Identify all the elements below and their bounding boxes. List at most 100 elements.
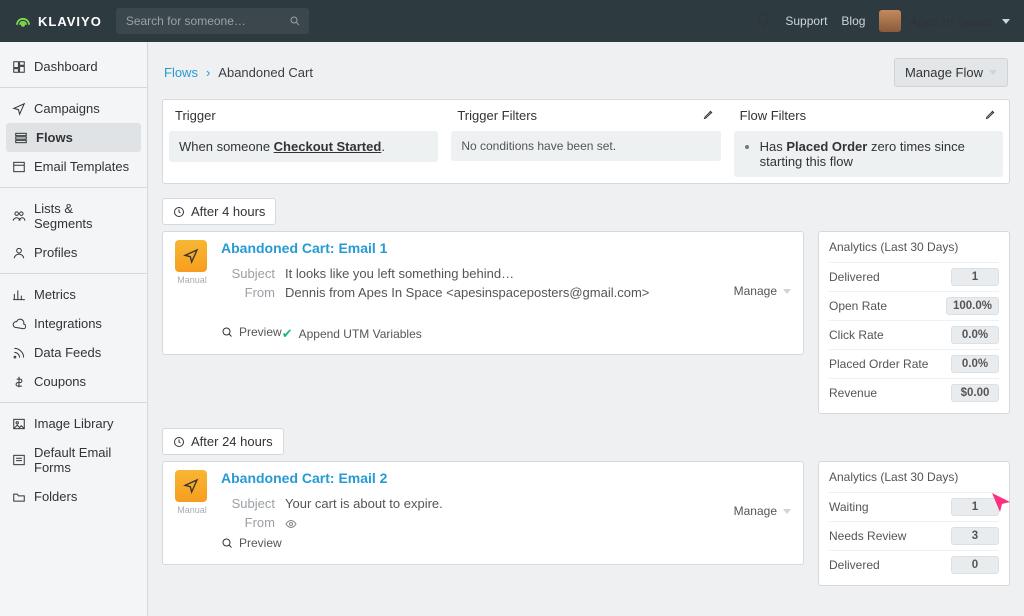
analytics-row: Click Rate0.0% xyxy=(829,320,999,349)
analytics-row: Placed Order Rate0.0% xyxy=(829,349,999,378)
account-name: Apes In Space xyxy=(909,14,994,29)
profile-icon xyxy=(12,246,26,260)
sidebar-item-label: Email Templates xyxy=(34,159,129,174)
sidebar-item-folders[interactable]: Folders xyxy=(0,482,147,511)
clock-icon xyxy=(173,206,185,218)
form-icon xyxy=(12,453,26,467)
sidebar-item-label: Folders xyxy=(34,489,77,504)
check-icon: ✔ xyxy=(282,326,293,342)
email-card: ManualAbandoned Cart: Email 1SubjectIt l… xyxy=(162,231,804,355)
pencil-icon[interactable] xyxy=(985,108,997,123)
send-icon xyxy=(12,102,26,116)
analytics-row: Waiting1 xyxy=(829,492,999,521)
sidebar-item-image-library[interactable]: Image Library xyxy=(0,409,147,438)
flow-filters-body[interactable]: Has Placed Order zero times since starti… xyxy=(734,131,1003,177)
sidebar-item-profiles[interactable]: Profiles xyxy=(0,238,147,267)
sidebar-item-label: Default Email Forms xyxy=(34,445,135,475)
preview-button[interactable]: Preview xyxy=(221,325,282,339)
sidebar-item-label: Image Library xyxy=(34,416,113,431)
flows-icon xyxy=(14,131,28,145)
page-title: Abandoned Cart xyxy=(218,65,313,80)
support-link[interactable]: Support xyxy=(785,14,827,28)
utm-toggle[interactable]: ✔Append UTM Variables xyxy=(282,326,422,342)
pencil-icon[interactable] xyxy=(703,108,715,123)
folder-icon xyxy=(12,490,26,504)
stat-badge: 0 xyxy=(951,556,999,574)
analytics-row: Open Rate100.0% xyxy=(829,291,999,320)
trigger-body[interactable]: When someone Checkout Started. xyxy=(169,131,438,162)
main: Flows › Abandoned Cart Manage Flow Trigg… xyxy=(148,42,1024,616)
account-menu[interactable]: Apes In Space xyxy=(879,10,1010,32)
sidebar-item-label: Lists & Segments xyxy=(34,201,135,231)
chevron-down-icon xyxy=(783,509,791,514)
sidebar-item-label: Data Feeds xyxy=(34,345,101,360)
cloud-icon xyxy=(12,317,26,331)
feed-icon xyxy=(12,346,26,360)
manage-email-button[interactable]: Manage xyxy=(734,470,791,552)
sidebar-item-email-templates[interactable]: Email Templates xyxy=(0,152,147,181)
dashboard-icon xyxy=(12,60,26,74)
sidebar-item-campaigns[interactable]: Campaigns xyxy=(0,94,147,123)
chevron-down-icon xyxy=(783,289,791,294)
search-input[interactable] xyxy=(124,13,283,29)
stat-badge: 1 xyxy=(951,268,999,286)
sidebar-item-dashboard[interactable]: Dashboard xyxy=(0,52,147,81)
sidebar-item-lists-segments[interactable]: Lists & Segments xyxy=(0,194,147,238)
manage-email-button[interactable]: Manage xyxy=(734,240,791,342)
stat-badge: 100.0% xyxy=(946,297,999,315)
stat-badge: $0.00 xyxy=(951,384,999,402)
notifications-icon[interactable] xyxy=(755,12,771,31)
chevron-down-icon xyxy=(1002,19,1010,24)
sidebar-item-coupons[interactable]: Coupons xyxy=(0,367,147,396)
brand-logo[interactable]: KLAVIYO xyxy=(14,12,102,30)
blog-link[interactable]: Blog xyxy=(841,14,865,28)
email-title[interactable]: Abandoned Cart: Email 1 xyxy=(221,240,387,256)
trigger-header: Trigger xyxy=(175,108,216,123)
sidebar-item-label: Profiles xyxy=(34,245,77,260)
email-from xyxy=(285,515,722,530)
send-icon xyxy=(175,470,207,502)
topbar: KLAVIYO Support Blog Apes In Space xyxy=(0,0,1024,42)
sidebar-item-integrations[interactable]: Integrations xyxy=(0,309,147,338)
email-from: Dennis from Apes In Space <apesinspacepo… xyxy=(285,285,722,300)
dollar-icon xyxy=(12,375,26,389)
avatar xyxy=(879,10,901,32)
preview-button[interactable]: Preview xyxy=(221,536,282,550)
sidebar-item-label: Flows xyxy=(36,130,73,145)
analytics-title: Analytics (Last 30 Days) xyxy=(829,470,999,484)
trigger-filters-body[interactable]: No conditions have been set. xyxy=(451,131,720,161)
stat-badge: 3 xyxy=(951,527,999,545)
sidebar-item-data-feeds[interactable]: Data Feeds xyxy=(0,338,147,367)
delay-pill[interactable]: After 4 hours xyxy=(162,198,276,225)
email-title[interactable]: Abandoned Cart: Email 2 xyxy=(221,470,387,486)
global-search[interactable] xyxy=(116,8,309,34)
stat-badge: 0.0% xyxy=(951,326,999,344)
analytics-row: Revenue$0.00 xyxy=(829,378,999,407)
search-icon xyxy=(289,15,301,27)
image-icon xyxy=(12,417,26,431)
sidebar: Dashboard Campaigns Flows Email Templates Li… xyxy=(0,42,148,616)
analytics-card: Analytics (Last 30 Days)Waiting1Needs Re… xyxy=(818,461,1010,586)
mode-label: Manual xyxy=(175,505,209,515)
sidebar-item-label: Integrations xyxy=(34,316,102,331)
clock-icon xyxy=(173,436,185,448)
sidebar-item-default-email-forms[interactable]: Default Email Forms xyxy=(0,438,147,482)
people-icon xyxy=(12,209,26,223)
stat-badge: 0.0% xyxy=(951,355,999,373)
cursor-arrow-icon xyxy=(989,490,1013,517)
analytics-title: Analytics (Last 30 Days) xyxy=(829,240,999,254)
flow-filters-header: Flow Filters xyxy=(740,108,806,123)
breadcrumb-root[interactable]: Flows xyxy=(164,65,198,80)
mode-label: Manual xyxy=(175,275,209,285)
sidebar-item-label: Dashboard xyxy=(34,59,98,74)
manage-flow-button[interactable]: Manage Flow xyxy=(894,58,1008,87)
templates-icon xyxy=(12,160,26,174)
sidebar-item-label: Coupons xyxy=(34,374,86,389)
sidebar-item-label: Metrics xyxy=(34,287,76,302)
analytics-card: Analytics (Last 30 Days)Delivered1Open R… xyxy=(818,231,1010,414)
sidebar-item-flows[interactable]: Flows xyxy=(6,123,141,152)
email-subject: Your cart is about to expire. xyxy=(285,496,722,511)
sidebar-item-metrics[interactable]: Metrics xyxy=(0,280,147,309)
chevron-down-icon xyxy=(989,70,997,75)
delay-pill[interactable]: After 24 hours xyxy=(162,428,284,455)
